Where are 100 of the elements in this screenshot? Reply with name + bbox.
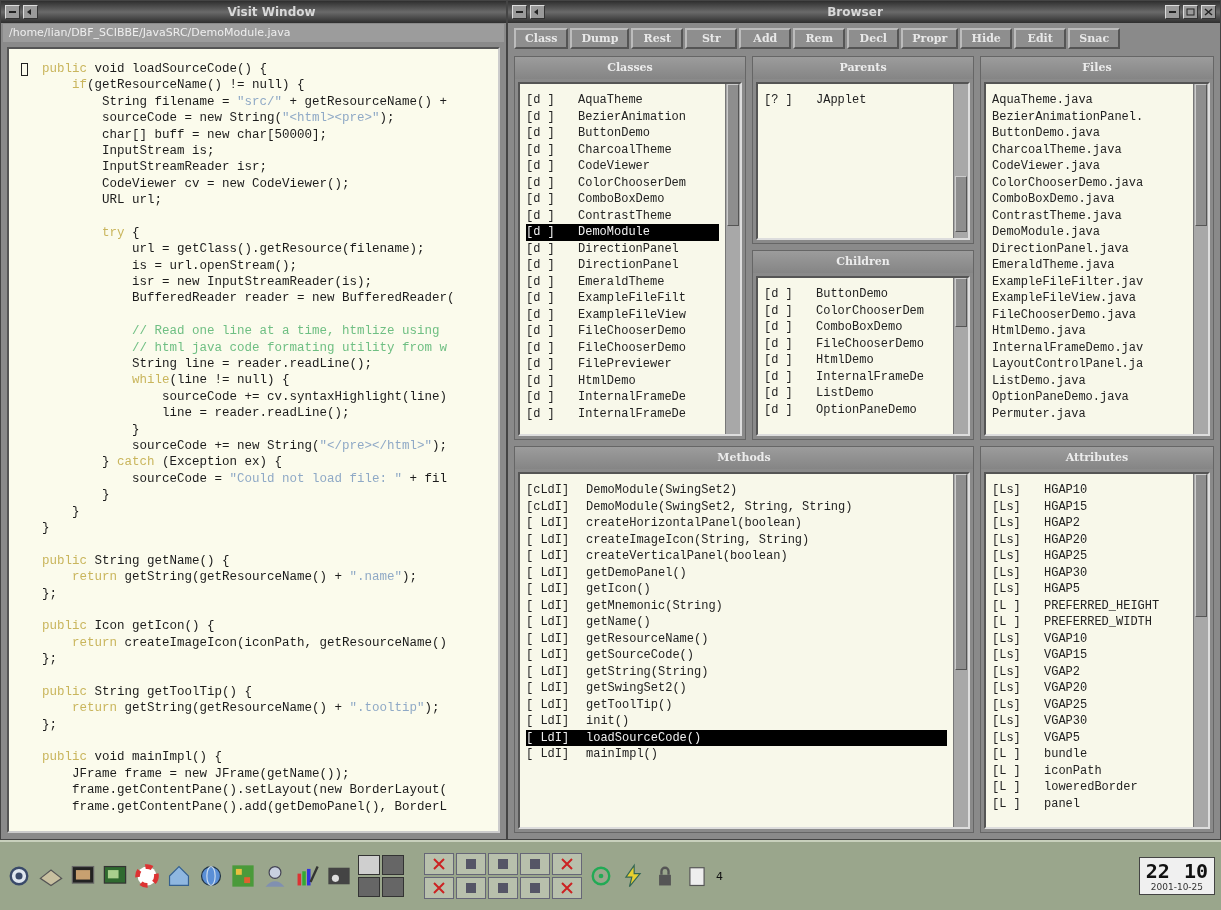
list-item[interactable]: [ LdI] loadSourceCode() xyxy=(526,729,947,746)
list-item[interactable]: [ LdI] getToolTip() xyxy=(526,696,947,713)
list-item[interactable]: [Ls] VGAP15 xyxy=(992,647,1187,664)
list-item[interactable]: [L ] bundle xyxy=(992,746,1187,763)
list-item[interactable]: [ LdI] createImageIcon(String, String) xyxy=(526,531,947,548)
list-item[interactable]: [d ] ListDemo xyxy=(764,385,947,402)
list-item[interactable]: [d ] DirectionPanel xyxy=(526,240,719,257)
list-item[interactable]: [ LdI] getName() xyxy=(526,614,947,631)
list-item[interactable]: DemoModule.java xyxy=(992,224,1187,241)
task-button[interactable] xyxy=(520,853,550,875)
list-item[interactable]: [d ] InternalFrameDe xyxy=(526,405,719,422)
task-button[interactable] xyxy=(488,853,518,875)
list-item[interactable]: [d ] ColorChooserDem xyxy=(526,174,719,191)
list-item[interactable]: ContrastTheme.java xyxy=(992,207,1187,224)
list-item[interactable]: [d ] AquaTheme xyxy=(526,92,719,109)
list-item[interactable]: [d ] DemoModule xyxy=(526,224,719,241)
list-item[interactable]: [ LdI] mainImpl() xyxy=(526,746,947,763)
list-item[interactable]: [d ] InternalFrameDe xyxy=(764,368,947,385)
list-item[interactable]: OptionPaneDemo.java xyxy=(992,389,1187,406)
list-item[interactable]: [Ls] VGAP20 xyxy=(992,680,1187,697)
list-item[interactable]: [Ls] HGAP5 xyxy=(992,581,1187,598)
list-item[interactable]: BezierAnimationPanel. xyxy=(992,108,1187,125)
list-item[interactable]: [d ] ComboBoxDemo xyxy=(526,191,719,208)
task-button[interactable] xyxy=(456,853,486,875)
list-item[interactable]: [d ] BezierAnimation xyxy=(526,108,719,125)
list-item[interactable]: [d ] ColorChooserDem xyxy=(764,302,947,319)
list-item[interactable]: [Ls] HGAP10 xyxy=(992,482,1187,499)
list-item[interactable]: [L ] PREFERRED_WIDTH xyxy=(992,614,1187,631)
list-item[interactable]: [Ls] VGAP30 xyxy=(992,713,1187,730)
list-item[interactable]: InternalFrameDemo.jav xyxy=(992,339,1187,356)
list-item[interactable]: [d ] ButtonDemo xyxy=(764,286,947,303)
list-item[interactable]: ExampleFileView.java xyxy=(992,290,1187,307)
list-item[interactable]: [Ls] HGAP15 xyxy=(992,498,1187,515)
list-item[interactable]: LayoutControlPanel.ja xyxy=(992,356,1187,373)
list-item[interactable]: [d ] ExampleFileView xyxy=(526,306,719,323)
list-item[interactable]: [Ls] HGAP25 xyxy=(992,548,1187,565)
list-item[interactable]: [Ls] VGAP25 xyxy=(992,696,1187,713)
list-item[interactable]: [d ] HtmlDemo xyxy=(764,352,947,369)
list-item[interactable]: [ LdI] createHorizontalPanel(boolean) xyxy=(526,515,947,532)
minimize-button[interactable] xyxy=(1165,5,1180,19)
scrollbar[interactable] xyxy=(953,474,968,827)
list-item[interactable]: ButtonDemo.java xyxy=(992,125,1187,142)
list-item[interactable]: [Ls] VGAP10 xyxy=(992,630,1187,647)
task-button[interactable] xyxy=(424,877,454,899)
list-item[interactable]: ComboBoxDemo.java xyxy=(992,191,1187,208)
globe-icon[interactable] xyxy=(198,863,224,889)
maximize-button[interactable] xyxy=(1183,5,1198,19)
list-item[interactable]: [Ls] VGAP5 xyxy=(992,729,1187,746)
list-item[interactable]: [d ] CodeViewer xyxy=(526,158,719,175)
list-item[interactable]: [d ] FileChooserDemo xyxy=(526,339,719,356)
list-item[interactable]: EmeraldTheme.java xyxy=(992,257,1187,274)
list-item[interactable]: [d ] DirectionPanel xyxy=(526,257,719,274)
list-item[interactable]: [d ] EmeraldTheme xyxy=(526,273,719,290)
list-item[interactable]: [L ] PREFERRED_HEIGHT xyxy=(992,597,1187,614)
list-item[interactable]: CharcoalTheme.java xyxy=(992,141,1187,158)
list-item[interactable]: [Ls] HGAP30 xyxy=(992,564,1187,581)
list-item[interactable]: [ LdI] getResourceName() xyxy=(526,630,947,647)
task-button[interactable] xyxy=(424,853,454,875)
list-item[interactable]: [ LdI] init() xyxy=(526,713,947,730)
list-item[interactable]: [ LdI] getSourceCode() xyxy=(526,647,947,664)
list-item[interactable]: HtmlDemo.java xyxy=(992,323,1187,340)
list-item[interactable]: [d ] InternalFrameDe xyxy=(526,389,719,406)
list-item[interactable]: [d ] ComboBoxDemo xyxy=(764,319,947,336)
list-item[interactable]: [ LdI] getString(String) xyxy=(526,663,947,680)
list-item[interactable]: [d ] ButtonDemo xyxy=(526,125,719,142)
list-item[interactable]: [ LdI] getDemoPanel() xyxy=(526,564,947,581)
list-item[interactable]: [Ls] VGAP2 xyxy=(992,663,1187,680)
scrollbar[interactable] xyxy=(953,84,968,238)
list-item[interactable]: [d ] FileChooserDemo xyxy=(764,335,947,352)
list-item[interactable]: FileChooserDemo.java xyxy=(992,306,1187,323)
minimize-button[interactable] xyxy=(512,5,527,19)
task-button[interactable] xyxy=(552,853,582,875)
list-item[interactable]: ColorChooserDemo.java xyxy=(992,174,1187,191)
list-item[interactable]: [L ] loweredBorder xyxy=(992,779,1187,796)
list-item[interactable]: [Ls] HGAP20 xyxy=(992,531,1187,548)
list-item[interactable]: [cLdI] DemoModule(SwingSet2) xyxy=(526,482,947,499)
list-item[interactable]: AquaTheme.java xyxy=(992,92,1187,109)
list-item[interactable]: [Ls] HGAP2 xyxy=(992,515,1187,532)
list-item[interactable]: [d ] ContrastTheme xyxy=(526,207,719,224)
scrollbar[interactable] xyxy=(1193,84,1208,434)
list-item[interactable]: [d ] ExampleFileFilt xyxy=(526,290,719,307)
scrollbar[interactable] xyxy=(1193,474,1208,827)
menu-button[interactable] xyxy=(23,5,38,19)
list-item[interactable]: ListDemo.java xyxy=(992,372,1187,389)
lifebuoy-icon[interactable] xyxy=(134,863,160,889)
scrollbar[interactable] xyxy=(725,84,740,434)
list-item[interactable]: DirectionPanel.java xyxy=(992,240,1187,257)
list-item[interactable]: [d ] OptionPaneDemo xyxy=(764,401,947,418)
list-item[interactable]: [cLdI] DemoModule(SwingSet2, String, String) xyxy=(526,498,947,515)
list-item[interactable]: Permuter.java xyxy=(992,405,1187,422)
list-item[interactable]: [d ] FileChooserDemo xyxy=(526,323,719,340)
list-item[interactable]: [d ] CharcoalTheme xyxy=(526,141,719,158)
menu-button[interactable] xyxy=(530,5,545,19)
list-item[interactable]: ExampleFileFilter.jav xyxy=(992,273,1187,290)
list-item[interactable]: CodeViewer.java xyxy=(992,158,1187,175)
list-item[interactable]: [ LdI] createVerticalPanel(boolean) xyxy=(526,548,947,565)
list-item[interactable]: [L ] iconPath xyxy=(992,762,1187,779)
task-button[interactable] xyxy=(552,877,582,899)
list-item[interactable]: [ LdI] getMnemonic(String) xyxy=(526,597,947,614)
list-item[interactable]: [ LdI] getSwingSet2() xyxy=(526,680,947,697)
